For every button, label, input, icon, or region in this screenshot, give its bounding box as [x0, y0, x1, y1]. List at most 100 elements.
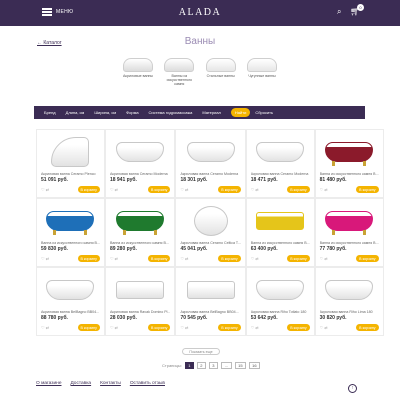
product-name[interactable]: Акриловая ванна Ceramo Celtica T...: [180, 241, 240, 245]
page-link[interactable]: 2: [196, 362, 206, 369]
category-cast-iron[interactable]: Чугунные ванны: [244, 58, 280, 87]
footer-link-review[interactable]: Оставить отзыв: [130, 381, 165, 386]
add-to-cart-button[interactable]: В корзину: [287, 324, 310, 331]
favorite-compare-icon[interactable]: ♡ ⇄: [41, 187, 49, 192]
product-name[interactable]: Акриловая ванна Riho Lima 180: [320, 310, 379, 314]
reset-filter-link[interactable]: Сбросить: [255, 110, 273, 115]
favorite-compare-icon[interactable]: ♡ ⇄: [41, 256, 49, 261]
product-name[interactable]: Ванна из искусственного камня В...: [41, 241, 100, 245]
add-to-cart-button[interactable]: В корзину: [356, 324, 379, 331]
product-card[interactable]: Акриловая ванна Ceramo Celtica T... 45 04…: [175, 198, 246, 267]
favorite-compare-icon[interactable]: ♡ ⇄: [320, 325, 328, 330]
show-more-button[interactable]: Показать еще: [182, 348, 220, 355]
add-to-cart-button[interactable]: В корзину: [356, 186, 379, 193]
product-card[interactable]: Ванна из искусственного камня В... 59 830…: [36, 198, 105, 267]
add-to-cart-button[interactable]: В корзину: [356, 255, 379, 262]
filter-material-dropdown[interactable]: Материал: [202, 110, 221, 115]
product-image[interactable]: [110, 270, 171, 310]
product-image[interactable]: [41, 270, 100, 310]
product-name[interactable]: Акриловая ванна Ceramo Moderna: [110, 172, 171, 176]
product-name[interactable]: Акриловая ванна BelBagno BB04...: [41, 310, 100, 314]
favorite-compare-icon[interactable]: ♡ ⇄: [110, 187, 118, 192]
product-image[interactable]: [41, 132, 100, 172]
product-card[interactable]: Акриловая ванна Riho Lima 180 30 820 руб.…: [314, 267, 384, 336]
favorite-compare-icon[interactable]: ♡ ⇄: [320, 187, 328, 192]
footer-link-about[interactable]: О магазине: [36, 381, 61, 386]
apply-filter-button[interactable]: Найти: [230, 108, 251, 117]
favorite-compare-icon[interactable]: ♡ ⇄: [180, 256, 188, 261]
product-card[interactable]: Акриловая ванна Ceramo Moderna 18 471 руб…: [245, 129, 315, 198]
add-to-cart-button[interactable]: В корзину: [77, 324, 100, 331]
product-image[interactable]: [180, 201, 240, 241]
product-name[interactable]: Ванна из искусственного камня В...: [110, 241, 171, 245]
category-acrylic[interactable]: Акриловые ванны: [120, 58, 156, 87]
page-link[interactable]: 16: [248, 362, 260, 369]
add-to-cart-button[interactable]: В корзину: [148, 255, 171, 262]
add-to-cart-button[interactable]: В корзину: [287, 186, 310, 193]
product-image[interactable]: [41, 201, 100, 241]
add-to-cart-button[interactable]: В корзину: [287, 255, 310, 262]
product-image[interactable]: [251, 132, 310, 172]
product-image[interactable]: [320, 270, 379, 310]
product-card[interactable]: Акриловая ванна BelBagno BB04... 88 780 р…: [36, 267, 105, 336]
product-name[interactable]: Ванна из искусственного камня В...: [320, 172, 379, 176]
filter-shape-dropdown[interactable]: Форма: [126, 110, 138, 115]
product-name[interactable]: Акриловая ванна Ceramo Moderna: [251, 172, 310, 176]
favorite-compare-icon[interactable]: ♡ ⇄: [251, 325, 259, 330]
filter-length-dropdown[interactable]: Длина, см: [66, 110, 85, 115]
product-card[interactable]: Ванна из искусственного камня В... 77 780…: [314, 198, 384, 267]
product-card[interactable]: Ванна из искусственного камня В... 89 280…: [104, 198, 176, 267]
add-to-cart-button[interactable]: В корзину: [218, 255, 241, 262]
favorite-compare-icon[interactable]: ♡ ⇄: [110, 256, 118, 261]
product-card[interactable]: Акриловая ванна Ceramo Moderna 18 301 руб…: [175, 129, 246, 198]
page-link[interactable]: ...: [220, 362, 232, 369]
product-name[interactable]: Акриловая ванна BelBagno BB04...: [180, 310, 240, 314]
product-name[interactable]: Ванна из искусственного камня В...: [320, 241, 379, 245]
product-card[interactable]: Акриловая ванна Ceramo Plenco 51 091 руб.…: [36, 129, 105, 198]
add-to-cart-button[interactable]: В корзину: [218, 324, 241, 331]
product-card[interactable]: Акриловая ванна Riho Totlato 180 53 642 р…: [245, 267, 315, 336]
product-image[interactable]: [320, 201, 379, 241]
product-name[interactable]: Акриловая ванна Ceramo Plenco: [41, 172, 100, 176]
product-name[interactable]: Акриловая ванна Ceramo Moderna: [180, 172, 240, 176]
add-to-cart-button[interactable]: В корзину: [148, 186, 171, 193]
product-name[interactable]: Акриловая ванна Riho Totlato 180: [251, 310, 310, 314]
product-image[interactable]: [110, 201, 171, 241]
footer-link-delivery[interactable]: Доставка: [70, 381, 91, 386]
product-card[interactable]: Акриловая ванна Ravak Domino Pl... 28 030…: [104, 267, 176, 336]
favorite-compare-icon[interactable]: ♡ ⇄: [180, 187, 188, 192]
favorite-compare-icon[interactable]: ♡ ⇄: [251, 187, 259, 192]
filter-hydromassage-dropdown[interactable]: Система гидромассажа: [149, 110, 193, 115]
add-to-cart-button[interactable]: В корзину: [218, 186, 241, 193]
product-name[interactable]: Акриловая ванна Ravak Domino Pl...: [110, 310, 171, 314]
add-to-cart-button[interactable]: В корзину: [77, 186, 100, 193]
page-link[interactable]: 15: [234, 362, 246, 369]
product-name[interactable]: Ванна из искусственного камня В...: [251, 241, 310, 245]
product-image[interactable]: [251, 270, 310, 310]
favorite-compare-icon[interactable]: ♡ ⇄: [251, 256, 259, 261]
add-to-cart-button[interactable]: В корзину: [148, 324, 171, 331]
footer-link-contacts[interactable]: Контакты: [100, 381, 121, 386]
product-image[interactable]: [110, 132, 171, 172]
favorite-compare-icon[interactable]: ♡ ⇄: [320, 256, 328, 261]
favorite-compare-icon[interactable]: ♡ ⇄: [180, 325, 188, 330]
favorite-compare-icon[interactable]: ♡ ⇄: [110, 325, 118, 330]
add-to-cart-button[interactable]: В корзину: [77, 255, 100, 262]
category-steel[interactable]: Стальные ванны: [203, 58, 239, 87]
product-card[interactable]: Акриловая ванна BelBagno BB04... 70 545 р…: [175, 267, 246, 336]
scroll-up-button[interactable]: ↑: [348, 384, 357, 393]
product-image[interactable]: [180, 270, 240, 310]
product-image[interactable]: [180, 132, 240, 172]
product-image[interactable]: [320, 132, 379, 172]
page-link[interactable]: 1: [184, 362, 194, 369]
category-stone[interactable]: Ванны из искусственного камня: [161, 58, 197, 87]
product-image[interactable]: [251, 201, 310, 241]
product-card[interactable]: Ванна из искусственного камня В... 81 480…: [314, 129, 384, 198]
filter-width-dropdown[interactable]: Ширина, см: [94, 110, 116, 115]
filter-brand-dropdown[interactable]: Бренд: [44, 110, 56, 115]
product-card[interactable]: Ванна из искусственного камня В... 63 400…: [245, 198, 315, 267]
search-icon[interactable]: ⌕: [337, 8, 341, 16]
product-card[interactable]: Акриловая ванна Ceramo Moderna 18 941 руб…: [104, 129, 176, 198]
page-link[interactable]: 3: [208, 362, 218, 369]
favorite-compare-icon[interactable]: ♡ ⇄: [41, 325, 49, 330]
